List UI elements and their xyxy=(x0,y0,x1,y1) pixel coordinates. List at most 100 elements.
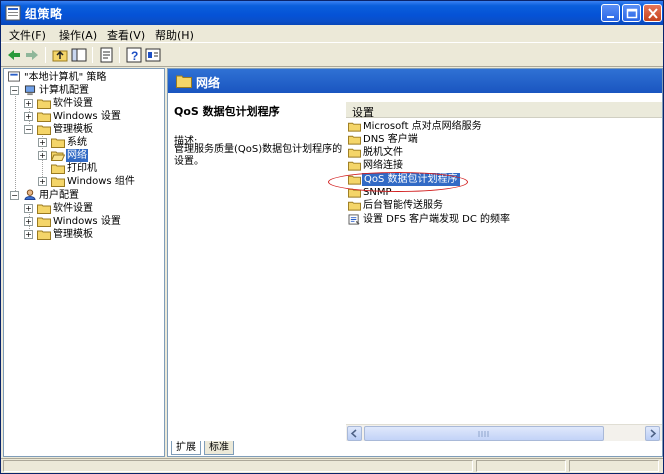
computer-icon xyxy=(24,85,36,96)
status-cell xyxy=(476,460,566,472)
details-pane: 网络 QoS 数据包计划程序 描述: 管理服务质量(QoS)数据包计划程序的设置… xyxy=(167,68,663,457)
list-item-label: 脱机文件 xyxy=(363,147,403,158)
folder-open-icon xyxy=(51,151,65,161)
tree-label-uc-admin: 管理模板 xyxy=(53,229,93,240)
menu-bar: 文件(F) 操作(A) 查看(V) 帮助(H) xyxy=(1,25,663,43)
tree-pane[interactable]: "本地计算机" 策略 − 计算机配置 + 软件设置 + Windows 设置 −… xyxy=(3,68,165,457)
horizontal-scrollbar[interactable] xyxy=(346,424,662,441)
expand-icon[interactable]: + xyxy=(24,112,33,121)
annotation-ellipse xyxy=(328,172,468,192)
tree-label-user-config: 用户配置 xyxy=(39,190,79,201)
folder-icon xyxy=(51,177,65,187)
description-text: 管理服务质量(QoS)数据包计划程序的设置。 xyxy=(174,144,343,167)
window-title: 组策略 xyxy=(25,7,63,21)
collapse-icon[interactable]: − xyxy=(10,86,19,95)
expand-icon[interactable]: + xyxy=(38,177,47,186)
list-item-label: 后台智能传送服务 xyxy=(363,200,443,211)
collapse-icon[interactable]: − xyxy=(24,125,33,134)
properties-icon[interactable] xyxy=(144,46,162,64)
folder-icon xyxy=(37,204,51,214)
tab-extended[interactable]: 扩展 xyxy=(171,441,201,455)
tree-label-cc-printers: 打印机 xyxy=(67,163,97,174)
details-header: 网络 xyxy=(168,69,662,93)
folder-icon xyxy=(51,164,65,174)
setting-icon xyxy=(348,214,360,225)
scroll-left-button[interactable] xyxy=(347,426,362,441)
tree-root-label: "本地计算机" 策略 xyxy=(24,72,107,83)
forward-icon[interactable] xyxy=(23,46,41,64)
folder-icon xyxy=(348,201,361,211)
arrow-left-icon xyxy=(350,429,357,438)
tree-label-cc-software: 软件设置 xyxy=(53,98,93,109)
tab-standard[interactable]: 标准 xyxy=(204,441,234,455)
help-icon[interactable]: ? xyxy=(125,46,143,64)
expand-icon[interactable]: + xyxy=(38,151,47,160)
up-folder-icon[interactable] xyxy=(51,46,69,64)
tree-label-cc-system: 系统 xyxy=(67,137,87,148)
scroll-right-button[interactable] xyxy=(645,426,660,441)
list-item-label: DNS 客户端 xyxy=(363,134,418,145)
grip-icon xyxy=(478,431,489,437)
scroll-thumb[interactable] xyxy=(364,426,604,441)
menu-view[interactable]: 查看(V) xyxy=(107,27,145,43)
maximize-icon xyxy=(626,8,638,19)
status-cell xyxy=(3,460,473,472)
toolbar: ? xyxy=(1,43,663,67)
title-bar[interactable]: 组策略 xyxy=(1,1,663,25)
group-policy-window: 组策略 文件(F) 操作(A) 查看(V) 帮助(H) ? "本地计算机" 策略… xyxy=(0,0,664,474)
folder-icon xyxy=(348,161,361,171)
collapse-icon[interactable]: − xyxy=(10,191,19,200)
column-header-label: 设置 xyxy=(352,106,374,119)
folder-icon xyxy=(37,230,51,240)
status-bar xyxy=(1,458,663,473)
tree-label-cc-windows: Windows 设置 xyxy=(53,111,121,122)
expand-icon[interactable]: + xyxy=(24,230,33,239)
arrow-right-icon xyxy=(650,429,657,438)
minimize-button[interactable] xyxy=(601,4,620,22)
tree-label-cc-win-components: Windows 组件 xyxy=(67,176,135,187)
minimize-icon xyxy=(607,16,614,18)
view-tabs: 扩展 标准 xyxy=(167,441,467,457)
folder-icon xyxy=(348,148,361,158)
folder-icon xyxy=(37,99,51,109)
list-item-label: Microsoft 点对点网络服务 xyxy=(363,121,482,132)
details-header-title: 网络 xyxy=(196,76,221,90)
toolbar-separator xyxy=(45,47,46,63)
tree-label-uc-windows: Windows 设置 xyxy=(53,216,121,227)
list-item-label: 网络连接 xyxy=(363,160,403,171)
tree-label-uc-software: 软件设置 xyxy=(53,203,93,214)
maximize-button[interactable] xyxy=(622,4,641,22)
expand-icon[interactable]: + xyxy=(24,204,33,213)
folder-icon xyxy=(37,112,51,122)
policy-icon xyxy=(8,71,20,82)
back-icon[interactable] xyxy=(5,46,23,64)
menu-action[interactable]: 操作(A) xyxy=(59,27,97,43)
folder-icon xyxy=(348,122,361,132)
list-item-label: 设置 DFS 客户端发现 DC 的频率 xyxy=(363,214,511,225)
folder-icon xyxy=(37,217,51,227)
export-list-icon[interactable] xyxy=(98,46,116,64)
user-icon xyxy=(24,189,36,200)
close-button[interactable] xyxy=(643,4,662,22)
folder-icon xyxy=(37,125,51,135)
expand-icon[interactable]: + xyxy=(24,217,33,226)
group-policy-icon xyxy=(5,5,21,21)
description-title: QoS 数据包计划程序 xyxy=(174,105,280,118)
column-header-setting[interactable]: 设置 xyxy=(346,102,662,119)
expand-icon[interactable]: + xyxy=(24,99,33,108)
folder-icon xyxy=(348,135,361,145)
show-tree-icon[interactable] xyxy=(70,46,88,64)
menu-file[interactable]: 文件(F) xyxy=(9,27,46,43)
tree-label-cc-network: 网络 xyxy=(66,149,88,162)
tree-label-cc-admin: 管理模板 xyxy=(53,124,93,135)
tree-connector xyxy=(15,91,16,195)
close-icon xyxy=(648,8,658,19)
menu-help[interactable]: 帮助(H) xyxy=(155,27,194,43)
toolbar-separator xyxy=(92,47,93,63)
folder-icon xyxy=(176,75,192,88)
folder-icon xyxy=(51,138,65,148)
tree-label-computer-config: 计算机配置 xyxy=(39,85,89,96)
toolbar-separator xyxy=(119,47,120,63)
svg-text:?: ? xyxy=(131,49,138,63)
expand-icon[interactable]: + xyxy=(38,138,47,147)
